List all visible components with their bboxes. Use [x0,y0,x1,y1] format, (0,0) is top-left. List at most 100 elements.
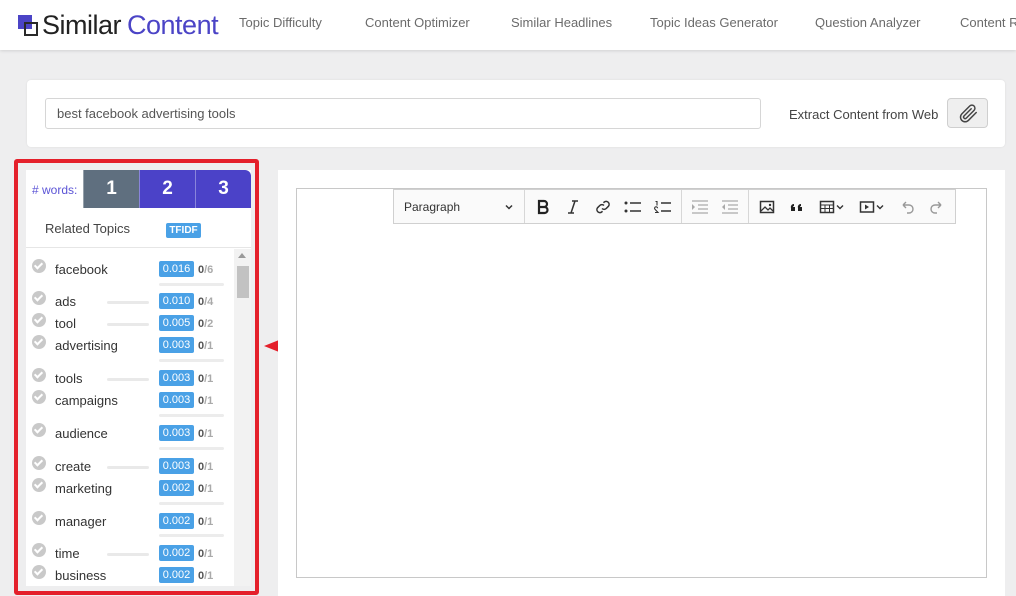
progress-bar [107,301,149,304]
divider [159,283,224,286]
insert-media-button[interactable] [852,190,892,223]
check-circle-icon [32,390,46,404]
divider [159,534,224,537]
logo-squares-icon [18,13,40,37]
topic-name: facebook [55,262,108,277]
undo-button[interactable] [892,190,922,223]
related-topics-panel: # words: 1 2 3 Related Topics TFIDF face… [26,170,251,586]
indent-button[interactable] [685,190,715,223]
scroll-thumb[interactable] [237,266,249,298]
list-item[interactable]: marketing 0.002 0/1 [26,478,234,502]
tfidf-score: 0.005 [159,315,194,331]
topic-name: manager [55,514,107,529]
extract-content-label: Extract Content from Web [789,107,939,122]
paragraph-select[interactable]: Paragraph [394,190,525,223]
nav-content-optimizer[interactable]: Content Optimizer [365,15,470,30]
chevron-down-icon [505,204,513,210]
tab-words-3[interactable]: 3 [195,170,251,208]
check-circle-icon [32,291,46,305]
bulleted-list-icon [624,201,641,212]
topic-name: ads [55,294,76,309]
nav-question-analyzer[interactable]: Question Analyzer [815,15,921,30]
chevron-down-icon [836,204,844,209]
brand-logo[interactable]: Similar Content [18,9,219,41]
undo-icon [902,201,914,214]
redo-button[interactable] [922,190,952,223]
divider [159,359,224,362]
bulleted-list-button[interactable] [618,190,648,223]
check-circle-icon [32,423,46,437]
list-item[interactable]: manager 0.002 0/1 [26,511,234,535]
progress-bar [107,553,149,556]
list-item[interactable]: advertising 0.003 0/1 [26,335,234,359]
list-item[interactable]: time 0.002 0/1 [26,543,234,567]
check-circle-icon [32,313,46,327]
block-quote-button[interactable] [782,190,812,223]
tfidf-score: 0.016 [159,261,194,277]
link-button[interactable] [588,190,618,223]
indent-icon [692,199,708,214]
usage-count: 0/2 [198,318,214,330]
words-label: # words: [26,170,83,208]
usage-count: 0/1 [198,340,214,352]
topic-name: audience [55,426,108,441]
paperclip-icon [959,104,977,123]
editor-card: Paragraph [278,170,1005,596]
nav-similar-headlines[interactable]: Similar Headlines [511,15,612,30]
topic-name: tool [55,316,76,331]
list-item[interactable]: campaigns 0.003 0/1 [26,390,234,414]
outdent-button[interactable] [715,190,745,223]
tab-words-2[interactable]: 2 [139,170,195,208]
tfidf-score: 0.002 [159,567,194,583]
progress-bar [107,466,149,469]
topic-name: business [55,568,107,583]
topic-name: marketing [55,481,113,496]
nav-content-r[interactable]: Content R [960,15,1016,30]
tfidf-badge[interactable]: TFIDF [166,223,201,238]
progress-bar [107,378,149,381]
usage-count: 0/1 [198,548,214,560]
usage-count: 0/1 [198,483,214,495]
tfidf-score: 0.003 [159,337,194,353]
list-item[interactable]: tools 0.003 0/1 [26,368,234,392]
rich-text-editor[interactable]: Paragraph [296,188,987,578]
word-count-tabs: # words: 1 2 3 [26,170,251,208]
tab-words-1[interactable]: 1 [83,170,139,208]
topic-name: campaigns [55,393,118,408]
divider [159,414,224,417]
list-item[interactable]: create 0.003 0/1 [26,456,234,480]
search-card: Extract Content from Web [27,80,1005,147]
outdent-icon [722,199,738,214]
nav-topic-ideas-generator[interactable]: Topic Ideas Generator [650,15,778,30]
scroll-up-icon[interactable] [238,253,246,258]
list-item[interactable]: ads 0.010 0/4 [26,291,234,315]
list-item[interactable]: facebook 0.016 0/6 [26,259,234,283]
list-item[interactable]: business 0.002 0/1 [26,565,234,586]
check-circle-icon [32,456,46,470]
extract-content-button[interactable] [947,98,988,128]
nav-topic-difficulty[interactable]: Topic Difficulty [239,15,322,30]
top-navigation: Similar Content Topic Difficulty Content … [0,0,1016,50]
check-circle-icon [32,478,46,492]
keyword-input[interactable] [45,98,761,129]
chevron-down-icon [876,204,884,209]
editor-toolbar: Paragraph [393,189,956,224]
italic-icon [568,199,578,214]
list-item[interactable]: audience 0.003 0/1 [26,423,234,447]
topic-list-scrollbar[interactable] [234,249,251,586]
related-topics-header: Related Topics TFIDF [26,208,251,248]
insert-table-button[interactable] [812,190,852,223]
numbered-list-button[interactable] [648,190,678,223]
list-item[interactable]: tool 0.005 0/2 [26,313,234,337]
bold-button[interactable] [528,190,558,223]
check-circle-icon [32,511,46,525]
usage-count: 0/1 [198,428,214,440]
bold-icon [537,199,549,214]
tfidf-score: 0.003 [159,425,194,441]
italic-button[interactable] [558,190,588,223]
tfidf-score: 0.010 [159,293,194,309]
check-circle-icon [32,565,46,579]
divider [159,447,224,450]
insert-image-button[interactable] [752,190,782,223]
usage-count: 0/1 [198,461,214,473]
